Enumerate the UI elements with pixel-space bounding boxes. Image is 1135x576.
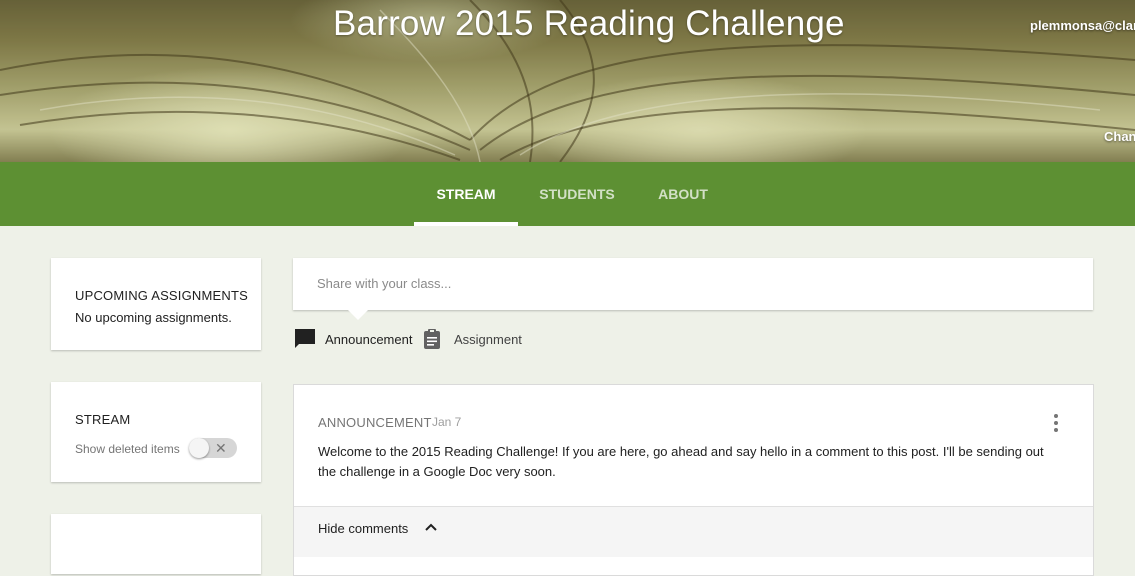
sidebar-extra-card — [51, 514, 261, 574]
upcoming-assignments-title: UPCOMING ASSIGNMENTS — [75, 288, 249, 303]
announcement-button[interactable]: Announcement — [293, 327, 418, 351]
class-header-banner: Barrow 2015 Reading Challenge plemmonsa@… — [0, 0, 1135, 162]
announcement-post: ANNOUNCEMENT Jan 7 Welcome to the 2015 R… — [293, 384, 1094, 576]
stream-settings-card: STREAM Show deleted items ✕ — [51, 382, 261, 482]
post-date: Jan 7 — [432, 415, 462, 429]
change-theme-link[interactable]: Chan — [1104, 129, 1135, 144]
share-box-pointer — [348, 310, 368, 320]
class-title: Barrow 2015 Reading Challenge — [333, 4, 845, 43]
show-deleted-items-label: Show deleted items — [75, 442, 180, 456]
post-type-label: ANNOUNCEMENT — [318, 415, 432, 430]
chevron-up-icon[interactable] — [423, 519, 439, 535]
active-tab-indicator — [414, 222, 518, 226]
assignment-button[interactable]: Assignment — [421, 327, 531, 351]
show-deleted-items-toggle[interactable]: ✕ — [189, 438, 237, 458]
share-input[interactable] — [317, 276, 1077, 291]
tab-about[interactable]: ABOUT — [640, 162, 726, 226]
clipboard-icon — [424, 329, 440, 349]
tab-students[interactable]: STUDENTS — [530, 162, 624, 226]
tab-bar: STREAM STUDENTS ABOUT — [0, 162, 1135, 226]
chat-bubble-icon — [295, 329, 315, 348]
hide-comments-button[interactable]: Hide comments — [318, 521, 408, 536]
more-options-button[interactable] — [1044, 411, 1068, 435]
account-email[interactable]: plemmonsa@clarkecounty... — [1030, 18, 1135, 33]
assignment-label: Assignment — [454, 332, 522, 347]
post-body: Welcome to the 2015 Reading Challenge! I… — [318, 444, 1044, 479]
toggle-knob — [189, 438, 209, 458]
comments-bar: Hide comments — [294, 506, 1093, 557]
upcoming-assignments-text: No upcoming assignments. — [75, 310, 232, 325]
tab-stream[interactable]: STREAM — [414, 162, 518, 226]
more-vert-icon — [1054, 414, 1058, 432]
close-icon: ✕ — [215, 440, 227, 456]
share-box — [293, 258, 1093, 310]
stream-settings-title: STREAM — [75, 412, 131, 427]
announcement-label: Announcement — [325, 332, 413, 347]
upcoming-assignments-card: UPCOMING ASSIGNMENTS No upcoming assignm… — [51, 258, 261, 350]
